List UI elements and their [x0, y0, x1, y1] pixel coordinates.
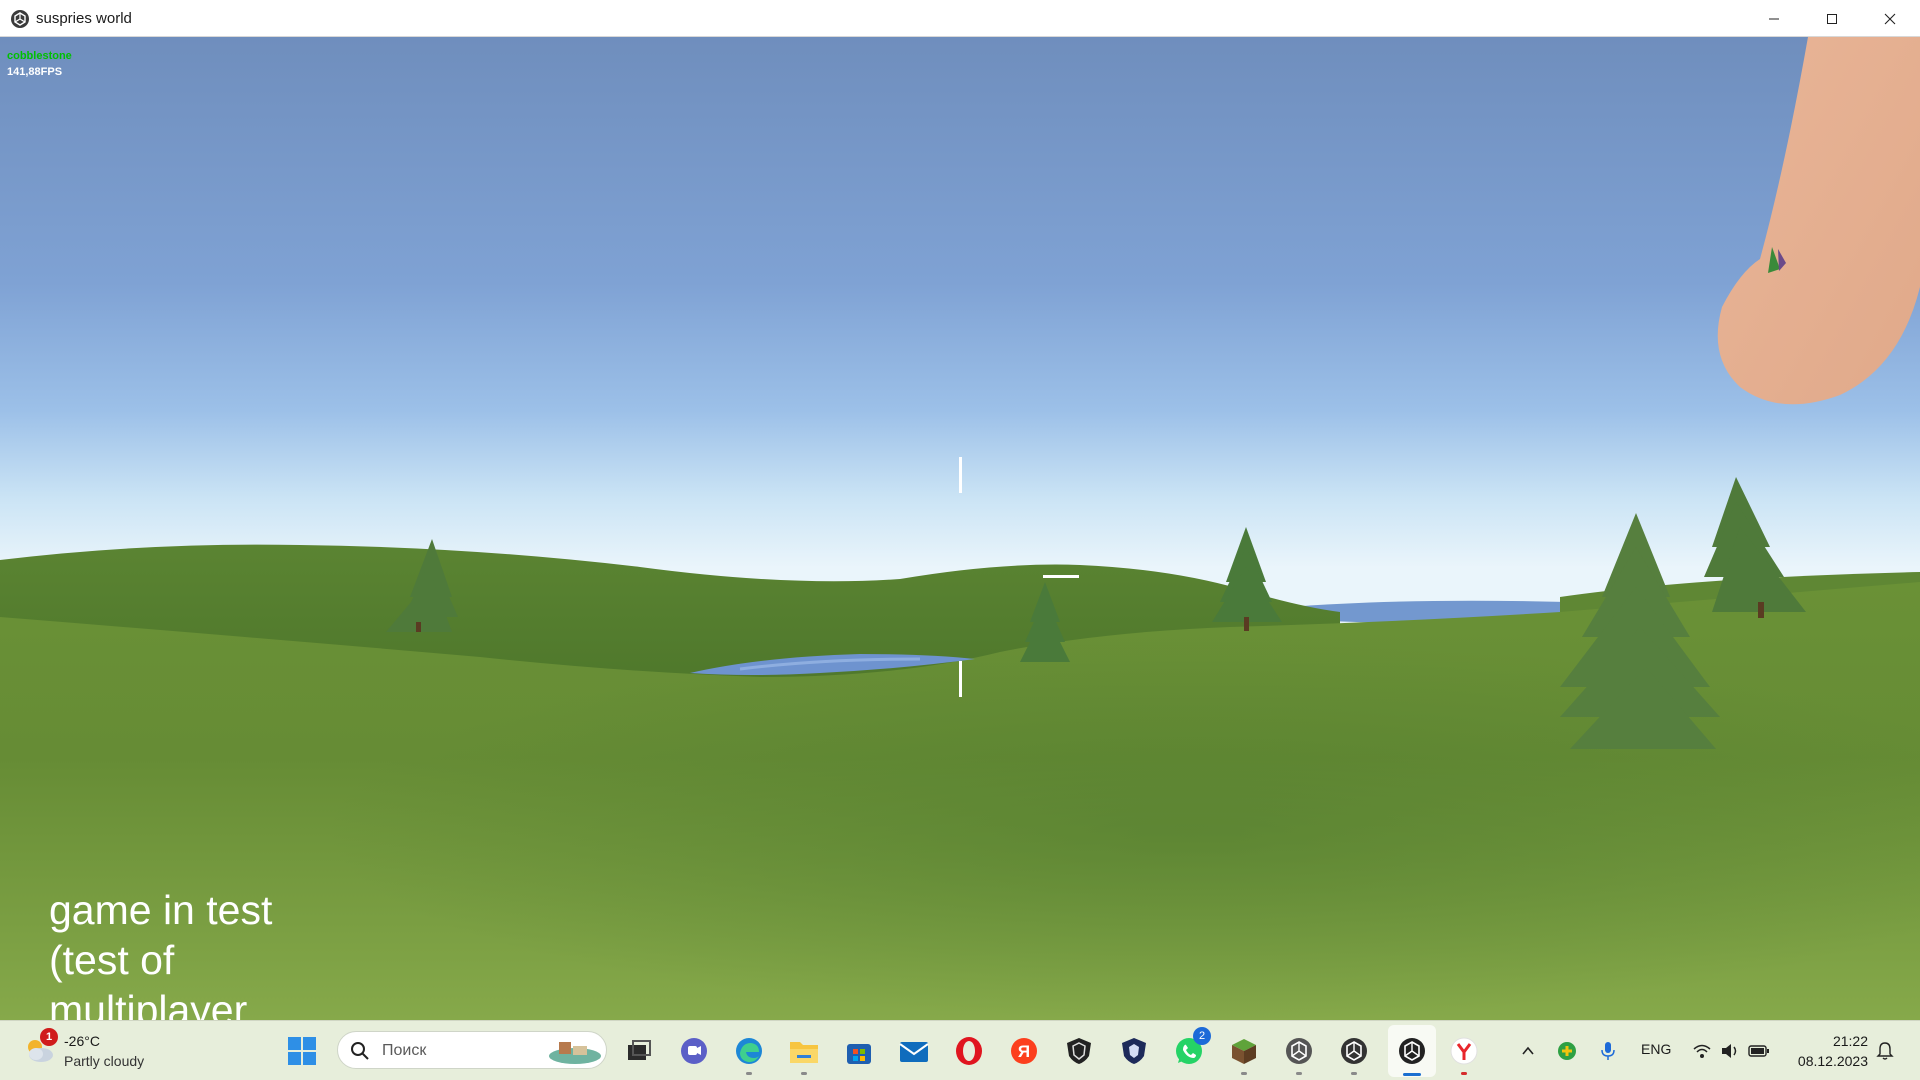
edge-icon — [736, 1038, 762, 1064]
search-placeholder: Поиск — [382, 1042, 427, 1059]
weather-temperature: -26°C — [64, 1033, 100, 1049]
shield-app-1-icon[interactable] — [1061, 1033, 1097, 1069]
language-indicator[interactable]: ENG — [1641, 1041, 1671, 1057]
unity-game-icon[interactable] — [1394, 1033, 1430, 1076]
microphone-icon[interactable] — [1599, 1040, 1617, 1062]
search-box[interactable]: Поиск — [337, 1031, 607, 1069]
wifi-icon[interactable] — [1692, 1042, 1712, 1060]
clock-time: 21:22 — [1832, 1033, 1868, 1049]
selected-block-label: cobblestone — [7, 50, 72, 62]
running-indicator — [1351, 1072, 1357, 1075]
chevron-up-icon[interactable] — [1520, 1043, 1536, 1059]
opera-icon — [956, 1037, 982, 1065]
game-scene — [0, 37, 1920, 1020]
task-view-glyph-icon — [628, 1040, 651, 1060]
volume-icon[interactable] — [1720, 1042, 1740, 1060]
shield-icon — [1067, 1038, 1091, 1064]
clock[interactable]: 21:22 08.12.2023 — [1792, 1031, 1868, 1071]
running-indicator — [1296, 1072, 1302, 1075]
search-highlight-icon — [549, 1042, 601, 1064]
tray-app-icon[interactable] — [1556, 1040, 1578, 1062]
minimize-button[interactable] — [1745, 0, 1803, 37]
opera-browser-icon[interactable] — [951, 1033, 987, 1069]
unity-icon — [1399, 1038, 1425, 1064]
task-view-icon[interactable] — [621, 1033, 657, 1069]
game-caption: game in test (test of multiplayer — [49, 887, 273, 1020]
store-bag-icon — [847, 1044, 871, 1064]
shield-icon — [1122, 1038, 1146, 1064]
fps-counter: 141,88FPS — [7, 66, 63, 78]
whatsapp-icon[interactable]: 2 — [1171, 1027, 1211, 1069]
maximize-icon — [1827, 13, 1837, 24]
close-icon — [1884, 13, 1896, 24]
notification-bell-icon[interactable] — [1876, 1041, 1894, 1061]
microsoft-store-icon[interactable] — [841, 1033, 877, 1069]
folder-icon — [790, 1042, 818, 1063]
hud-info: cobblestone 141,88FPS — [7, 48, 72, 80]
shield-app-2-icon[interactable] — [1116, 1033, 1152, 1069]
running-indicator — [801, 1072, 807, 1075]
game-viewport[interactable]: cobblestone 141,88FPS game in test (test… — [0, 37, 1920, 1020]
running-indicator — [1461, 1072, 1467, 1075]
running-indicator — [1241, 1072, 1247, 1075]
svg-text:Я: Я — [1018, 1042, 1030, 1061]
file-explorer-icon[interactable] — [786, 1033, 822, 1075]
minimize-icon — [1769, 18, 1779, 19]
weather-badge: 1 — [40, 1028, 58, 1046]
unity-editor-icon[interactable] — [1336, 1033, 1372, 1075]
yandex-icon[interactable]: Я — [1006, 1033, 1042, 1069]
unity-icon — [1286, 1038, 1312, 1064]
unity-app-icon — [11, 10, 29, 28]
window-title: suspries world — [36, 10, 132, 27]
yandex-browser-y-icon — [1450, 1037, 1478, 1065]
weather-widget[interactable]: 1 -26°C Partly cloudy — [22, 1028, 162, 1073]
yandex-browser-icon[interactable] — [1446, 1033, 1482, 1075]
unity-hub-icon[interactable] — [1281, 1033, 1317, 1075]
maximize-button[interactable] — [1803, 0, 1861, 37]
envelope-icon — [899, 1042, 929, 1062]
whatsapp-badge: 2 — [1193, 1027, 1211, 1045]
search-icon — [351, 1042, 369, 1060]
battery-icon[interactable] — [1748, 1043, 1770, 1059]
grass-block-icon — [1232, 1039, 1256, 1064]
active-indicator — [1403, 1073, 1421, 1076]
unity-icon — [1341, 1038, 1367, 1064]
edge-browser-icon[interactable] — [731, 1033, 767, 1075]
teams-chat-icon[interactable] — [676, 1033, 712, 1069]
chat-bubble-icon — [681, 1038, 707, 1064]
windows-start-icon[interactable] — [286, 1035, 318, 1067]
weather-condition: Partly cloudy — [64, 1053, 145, 1069]
yandex-letter-icon: Я — [1011, 1038, 1037, 1064]
mail-icon[interactable] — [896, 1033, 932, 1069]
title-bar: suspries world — [0, 0, 1920, 37]
running-indicator — [746, 1072, 752, 1075]
minecraft-icon[interactable] — [1226, 1033, 1262, 1075]
taskbar: 1 -26°C Partly cloudy Поиск Я 2 ENG 21:2… — [0, 1020, 1920, 1080]
clock-date: 08.12.2023 — [1797, 1053, 1868, 1069]
close-button[interactable] — [1861, 0, 1919, 37]
